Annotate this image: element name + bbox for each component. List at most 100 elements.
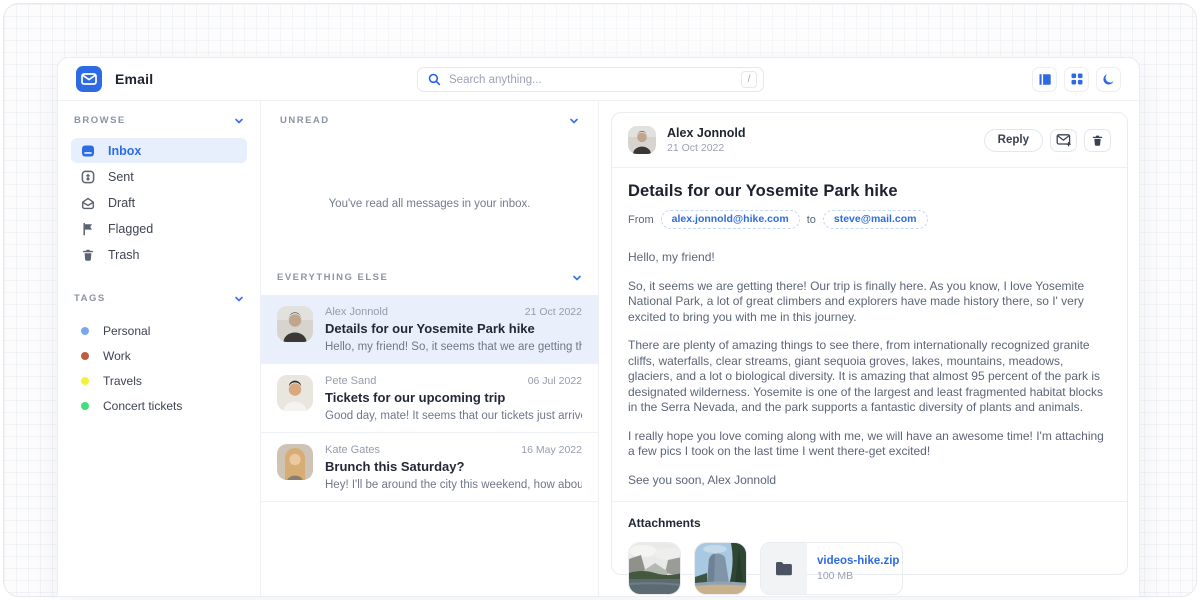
detail-actions: Reply	[984, 129, 1111, 152]
email-app-window: Email /	[57, 57, 1140, 597]
divider	[612, 167, 1127, 168]
sidebar-item-trash[interactable]: Trash	[71, 242, 247, 267]
email-list: Alex Jonnold 21 Oct 2022 Details for our…	[261, 295, 598, 502]
trash-icon	[1091, 134, 1104, 147]
dark-mode-button[interactable]	[1096, 67, 1121, 92]
browse-section-header: BROWSE	[71, 115, 247, 126]
sidebar: BROWSE Inbox Sent	[58, 101, 260, 596]
email-detail-card: Alex Jonnold 21 Oct 2022 Reply	[611, 112, 1128, 575]
email-body: Hello, my friend! So, it seems we are ge…	[628, 250, 1111, 488]
body-paragraph: There are plenty of amazing things to se…	[628, 338, 1111, 416]
to-label: to	[807, 214, 816, 226]
delete-email-button[interactable]	[1084, 129, 1111, 152]
unread-label: UNREAD	[280, 115, 330, 126]
tags-label: TAGS	[74, 293, 106, 304]
search-box[interactable]: /	[417, 67, 764, 92]
inbox-icon	[81, 144, 95, 158]
forward-mail-button[interactable]	[1050, 129, 1077, 152]
zip-icon-area	[761, 543, 807, 594]
email-summary: Alex Jonnold 21 Oct 2022 Details for our…	[325, 306, 582, 353]
email-snippet: Hello, my friend! So, it seems that we a…	[325, 341, 582, 353]
grid-icon	[1071, 73, 1083, 85]
search-icon	[428, 73, 441, 86]
unread-empty-message: You've read all messages in your inbox.	[277, 198, 582, 210]
email-date: 06 Jul 2022	[528, 375, 582, 387]
tag-label: Travels	[103, 374, 142, 388]
sidebar-item-flagged[interactable]: Flagged	[71, 216, 247, 241]
body-paragraph: See you soon, Alex Jonnold	[628, 473, 1111, 489]
chevron-down-icon[interactable]	[234, 294, 244, 304]
sidebar-item-label: Flagged	[108, 222, 153, 236]
avatar	[277, 375, 313, 411]
unread-section-header: UNREAD	[277, 115, 582, 126]
detail-date: 21 Oct 2022	[667, 142, 745, 154]
tag-color-dot	[81, 402, 89, 410]
to-email-chip[interactable]: steve@mail.com	[823, 210, 928, 229]
email-sender: Kate Gates	[325, 444, 380, 456]
moon-icon	[1102, 73, 1115, 86]
tag-label: Concert tickets	[103, 399, 182, 413]
avatar	[628, 126, 656, 154]
tag-color-dot	[81, 327, 89, 335]
sidebar-item-sent[interactable]: Sent	[71, 164, 247, 189]
search-input[interactable]	[449, 74, 733, 86]
email-snippet: Good day, mate! It seems that our ticket…	[325, 410, 582, 422]
chevron-down-icon[interactable]	[234, 116, 244, 126]
tag-item-work[interactable]: Work	[71, 343, 247, 368]
tag-item-personal[interactable]: Personal	[71, 318, 247, 343]
email-list-item[interactable]: Kate Gates 16 May 2022 Brunch this Satur…	[261, 433, 598, 502]
sidebar-item-inbox[interactable]: Inbox	[71, 138, 247, 163]
avatar	[277, 444, 313, 480]
detail-header: Alex Jonnold 21 Oct 2022 Reply	[628, 126, 1111, 154]
detail-subject: Details for our Yosemite Park hike	[628, 182, 1111, 201]
book-icon	[1038, 73, 1051, 86]
email-subject: Tickets for our upcoming trip	[325, 390, 582, 405]
detail-sender-name: Alex Jonnold	[667, 126, 745, 140]
tag-item-concert-tickets[interactable]: Concert tickets	[71, 393, 247, 418]
tag-list: Personal Work Travels Concert tickets	[71, 318, 247, 418]
sidebar-item-label: Inbox	[108, 144, 141, 158]
divider	[612, 501, 1127, 502]
email-list-column: UNREAD You've read all messages in your …	[260, 101, 599, 596]
email-summary: Kate Gates 16 May 2022 Brunch this Satur…	[325, 444, 582, 491]
browse-list: Inbox Sent Draft	[71, 138, 247, 267]
from-label: From	[628, 214, 654, 226]
reply-button[interactable]: Reply	[984, 129, 1043, 152]
email-date: 21 Oct 2022	[525, 306, 582, 318]
yosemite-photo-2[interactable]	[694, 542, 747, 595]
sent-icon	[81, 170, 95, 184]
brand: Email	[76, 66, 153, 92]
body-paragraph: So, it seems we are getting there! Our t…	[628, 279, 1111, 326]
yosemite-photo-1[interactable]	[628, 542, 681, 595]
email-app-logo-icon	[76, 66, 102, 92]
sender-meta: Alex Jonnold 21 Oct 2022	[667, 126, 745, 154]
zip-attachment-card[interactable]: videos-hike.zip 100 MB	[760, 542, 903, 595]
sidebar-item-label: Sent	[108, 170, 134, 184]
tag-item-travels[interactable]: Travels	[71, 368, 247, 393]
email-list-item[interactable]: Alex Jonnold 21 Oct 2022 Details for our…	[261, 295, 598, 364]
email-summary: Pete Sand 06 Jul 2022 Tickets for our up…	[325, 375, 582, 422]
zip-file-name: videos-hike.zip	[817, 555, 902, 567]
book-button[interactable]	[1032, 67, 1057, 92]
body-paragraph: I really hope you love coming along with…	[628, 429, 1111, 460]
zip-info: videos-hike.zip 100 MB	[807, 543, 902, 594]
tag-label: Personal	[103, 324, 150, 338]
chevron-down-icon[interactable]	[569, 116, 579, 126]
email-list-item[interactable]: Pete Sand 06 Jul 2022 Tickets for our up…	[261, 364, 598, 433]
search-shortcut-badge: /	[741, 71, 757, 88]
from-email-chip[interactable]: alex.jonnold@hike.com	[661, 210, 800, 229]
app-body: BROWSE Inbox Sent	[58, 101, 1139, 596]
sidebar-item-label: Trash	[108, 248, 140, 262]
chevron-down-icon[interactable]	[572, 273, 582, 283]
from-to-row: From alex.jonnold@hike.com to steve@mail…	[628, 210, 1111, 229]
email-subject: Details for our Yosemite Park hike	[325, 321, 582, 336]
tags-section-header: TAGS	[71, 293, 247, 304]
everything-else-section-header: EVERYTHING ELSE	[261, 272, 598, 283]
attachments-title: Attachments	[628, 516, 1111, 530]
flag-icon	[81, 222, 95, 236]
sidebar-item-draft[interactable]: Draft	[71, 190, 247, 215]
apps-grid-button[interactable]	[1064, 67, 1089, 92]
draft-icon	[81, 196, 95, 210]
email-sender: Pete Sand	[325, 375, 376, 387]
email-detail-column: Alex Jonnold 21 Oct 2022 Reply	[599, 101, 1139, 596]
